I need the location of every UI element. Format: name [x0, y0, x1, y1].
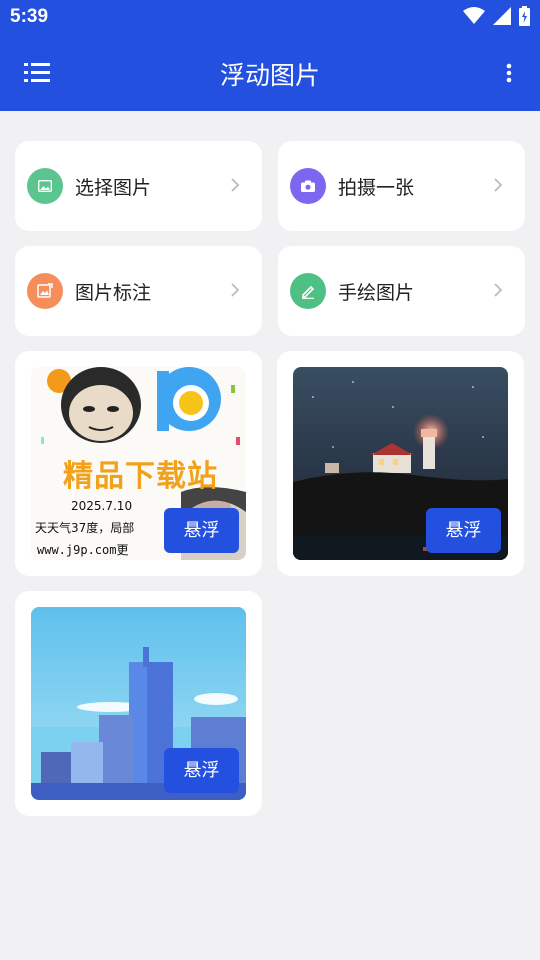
float-button[interactable]: 悬浮	[164, 508, 239, 553]
chevron-right-icon	[494, 283, 503, 297]
weather-text: 天天气37度，局部	[35, 521, 135, 535]
status-time: 5:39	[10, 6, 49, 27]
action-label: 图片标注	[75, 282, 152, 304]
date-text: 2025.7.10	[71, 499, 133, 513]
signal-icon	[493, 7, 511, 25]
status-icons	[463, 6, 530, 26]
image-icon	[27, 168, 63, 204]
take-photo-button[interactable]: 拍摄一张	[278, 141, 525, 231]
wifi-icon	[463, 7, 485, 24]
url-text: www.j9p.com更	[37, 543, 129, 557]
page-title: 浮动图片	[219, 61, 320, 90]
banner-text: 精品下载站	[63, 459, 218, 494]
annotate-image-button[interactable]: 图片标注	[15, 246, 262, 336]
action-label: 手绘图片	[338, 282, 415, 304]
float-button[interactable]: 悬浮	[426, 508, 501, 553]
float-button[interactable]: 悬浮	[164, 748, 239, 793]
chevron-right-icon	[494, 178, 503, 192]
draw-image-button[interactable]: 手绘图片	[278, 246, 525, 336]
image-card: 悬浮	[277, 351, 524, 576]
chevron-right-icon	[231, 178, 240, 192]
more-vert-icon[interactable]	[502, 60, 516, 86]
pen-icon	[290, 273, 326, 309]
app-bar: 5:39 浮动图片	[0, 0, 540, 111]
chevron-right-icon	[231, 283, 240, 297]
camera-icon	[290, 168, 326, 204]
annotate-icon	[27, 273, 63, 309]
image-card: 精品下载站 2025.7.10 天天气37度，局部 www.j9p.com更 悬…	[15, 351, 262, 576]
action-label: 拍摄一张	[338, 177, 415, 199]
image-card: 悬浮	[15, 591, 262, 816]
action-label: 选择图片	[75, 177, 152, 199]
select-image-button[interactable]: 选择图片	[15, 141, 262, 231]
battery-icon	[519, 6, 530, 26]
